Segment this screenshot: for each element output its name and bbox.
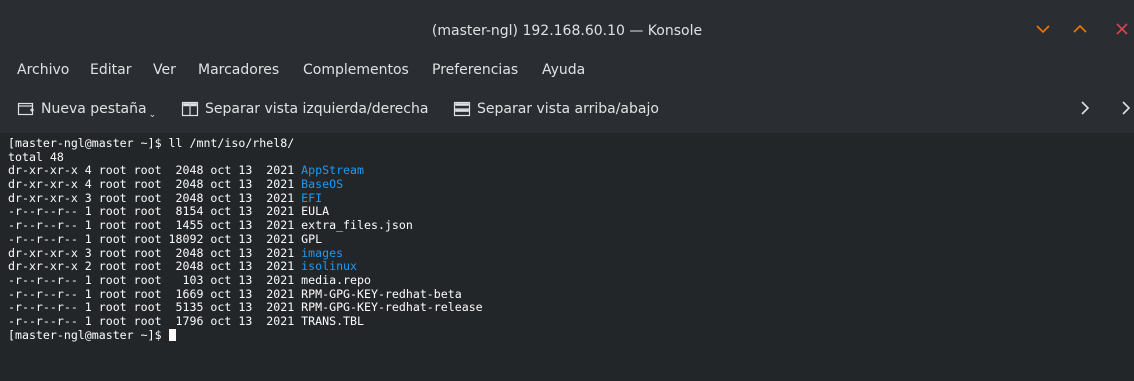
- text-cursor: [168, 328, 176, 341]
- listing-row: -r--r--r-- 1 root root 18092 oct 13 2021…: [8, 231, 483, 247]
- file-name: EULA: [301, 204, 330, 219]
- file-name: extra_files.json: [301, 218, 413, 233]
- split-top-bottom-label: Separar vista arriba/abajo: [477, 101, 659, 117]
- total-line: total 48: [8, 149, 64, 164]
- listing-meta: -r--r--r-- 1 root root 1796 oct 13 2021: [8, 313, 302, 328]
- minimize-button[interactable]: [1034, 20, 1052, 38]
- new-tab-button[interactable]: Nueva pestaña ⌄: [17, 99, 157, 120]
- menu-archivo[interactable]: Archivo: [17, 61, 69, 79]
- terminal-output: [master-ngl@master ~]$ ll /mnt/iso/rhel8…: [8, 136, 483, 343]
- close-icon: [1116, 23, 1128, 35]
- directory-name: AppStream: [301, 163, 364, 178]
- listing-row: -r--r--r-- 1 root root 1796 oct 13 2021 …: [8, 313, 483, 329]
- listing-row: dr-xr-xr-x 3 root root 2048 oct 13 2021 …: [8, 245, 483, 261]
- chevron-down-icon: [1036, 25, 1050, 34]
- menu-ver[interactable]: Ver: [153, 61, 176, 79]
- chevron-right-icon: [1081, 101, 1090, 115]
- listing-meta: -r--r--r-- 1 root root 8154 oct 13 2021: [8, 204, 302, 219]
- toolbar: Nueva pestaña ⌄ Separar vista izquierda/…: [0, 87, 1134, 133]
- directory-name: isolinux: [301, 259, 358, 274]
- dropdown-caret-icon[interactable]: ⌄: [149, 110, 157, 120]
- listing-meta: dr-xr-xr-x 4 root root 2048 oct 13 2021: [8, 177, 302, 192]
- split-left-right-label: Separar vista izquierda/derecha: [205, 101, 429, 117]
- menu-editar[interactable]: Editar: [90, 61, 131, 79]
- listing-row: -r--r--r-- 1 root root 1455 oct 13 2021 …: [8, 218, 483, 233]
- file-name: GPL: [301, 231, 323, 246]
- file-name: TRANS.TBL: [301, 313, 364, 328]
- listing-meta: dr-xr-xr-x 4 root root 2048 oct 13 2021: [8, 163, 302, 178]
- prompt-text: [master-ngl@master ~]$: [8, 327, 169, 342]
- split-top-bottom-button[interactable]: Separar vista arriba/abajo: [453, 99, 659, 119]
- listing-meta: -r--r--r-- 1 root root 1669 oct 13 2021: [8, 286, 302, 301]
- listing-meta: -r--r--r-- 1 root root 18092 oct 13 2021: [8, 231, 302, 246]
- title-bar[interactable]: (master-ngl) 192.168.60.10 — Konsole: [0, 0, 1134, 51]
- listing-meta: dr-xr-xr-x 3 root root 2048 oct 13 2021: [8, 245, 302, 260]
- file-name: media.repo: [301, 272, 371, 287]
- listing-row: dr-xr-xr-x 2 root root 2048 oct 13 2021 …: [8, 259, 483, 274]
- directory-name: images: [301, 245, 344, 260]
- split-left-right-button[interactable]: Separar vista izquierda/derecha: [181, 99, 428, 119]
- toolbar-overflow-button[interactable]: [1079, 99, 1091, 117]
- chevron-up-icon: [1073, 24, 1087, 33]
- menu-marcadores[interactable]: Marcadores: [198, 61, 279, 79]
- menu-complementos[interactable]: Complementos: [303, 61, 409, 79]
- listing-row: -r--r--r-- 1 root root 103 oct 13 2021 m…: [8, 272, 483, 288]
- new-tab-label: Nueva pestaña: [41, 101, 147, 117]
- menu-overflow-button[interactable]: [1120, 99, 1132, 117]
- chevron-right-icon: [1122, 101, 1131, 115]
- listing-row: -r--r--r-- 1 root root 5135 oct 13 2021 …: [8, 300, 483, 315]
- split-left-right-icon: [181, 101, 199, 117]
- listing-meta: dr-xr-xr-x 2 root root 2048 oct 13 2021: [8, 259, 302, 274]
- window-title: (master-ngl) 192.168.60.10 — Konsole: [431, 23, 703, 39]
- new-tab-icon: [17, 101, 35, 117]
- listing-row: dr-xr-xr-x 4 root root 2048 oct 13 2021 …: [8, 177, 483, 192]
- listing-row: -r--r--r-- 1 root root 8154 oct 13 2021 …: [8, 205, 483, 219]
- prompt-line: [master-ngl@master ~]$: [8, 327, 483, 343]
- menu-bar: Archivo Editar Ver Marcadores Complement…: [0, 51, 1134, 87]
- maximize-button[interactable]: [1071, 20, 1089, 38]
- file-name: RPM-GPG-KEY-redhat-beta: [301, 286, 462, 301]
- listing-row: dr-xr-xr-x 3 root root 2048 oct 13 2021 …: [8, 190, 483, 206]
- directory-name: EFI: [301, 190, 323, 205]
- menu-preferencias[interactable]: Preferencias: [432, 61, 518, 79]
- listing-row: -r--r--r-- 1 root root 1669 oct 13 2021 …: [8, 286, 483, 302]
- listing-meta: -r--r--r-- 1 root root 103 oct 13 2021: [8, 272, 302, 287]
- file-name: RPM-GPG-KEY-redhat-release: [301, 300, 483, 315]
- directory-name: BaseOS: [301, 177, 344, 192]
- konsole-window: (master-ngl) 192.168.60.10 — Konsole Arc…: [0, 0, 1134, 381]
- terminal-area[interactable]: [master-ngl@master ~]$ ll /mnt/iso/rhel8…: [0, 133, 1134, 381]
- split-top-bottom-icon: [453, 101, 471, 117]
- command-line: [master-ngl@master ~]$ ll /mnt/iso/rhel8…: [8, 136, 295, 150]
- menu-ayuda[interactable]: Ayuda: [542, 61, 585, 79]
- close-button[interactable]: [1113, 20, 1131, 38]
- listing-meta: -r--r--r-- 1 root root 1455 oct 13 2021: [8, 218, 302, 233]
- listing-row: dr-xr-xr-x 4 root root 2048 oct 13 2021 …: [8, 164, 483, 178]
- listing-meta: -r--r--r-- 1 root root 5135 oct 13 2021: [8, 300, 302, 315]
- listing-meta: dr-xr-xr-x 3 root root 2048 oct 13 2021: [8, 190, 302, 205]
